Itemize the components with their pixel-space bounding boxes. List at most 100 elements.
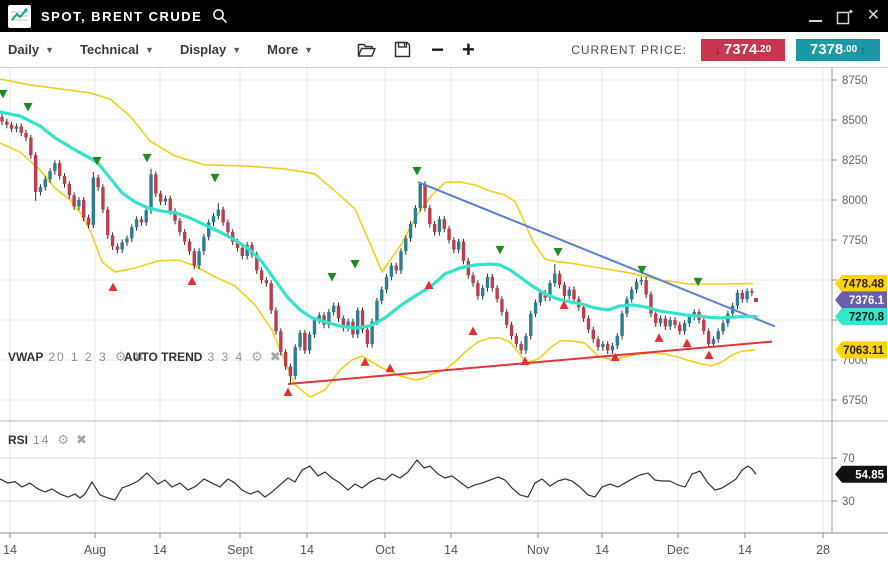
vwap-name: VWAP <box>8 350 43 364</box>
buy-signal-icon <box>611 352 620 361</box>
candle <box>10 125 13 129</box>
candle <box>159 194 162 202</box>
candle <box>423 184 426 208</box>
symbol-title: SPOT, BRENT CRUDE <box>41 9 202 24</box>
autotrend-name: AUTO TREND <box>124 350 202 364</box>
candle <box>414 208 417 224</box>
candle <box>558 274 561 285</box>
buy-signal-icon <box>469 327 478 336</box>
candle <box>601 344 604 347</box>
candle <box>68 184 71 195</box>
candle <box>568 290 571 296</box>
gear-icon[interactable]: ⚙ <box>251 349 263 365</box>
candle <box>308 334 311 350</box>
candle <box>668 320 671 326</box>
candle <box>616 336 619 346</box>
candle <box>702 320 705 331</box>
candle <box>169 198 172 211</box>
candle <box>443 219 446 229</box>
search-icon[interactable] <box>212 8 228 24</box>
sell-signal-icon <box>413 167 422 176</box>
buy-signal-icon <box>683 339 692 348</box>
chevron-down-icon: ▼ <box>145 45 154 55</box>
x-axis-label: 14 <box>595 543 609 557</box>
y-axis-label: 8250 <box>842 155 868 167</box>
sell-signal-icon <box>351 260 360 269</box>
menu-display[interactable]: Display ▼ <box>180 42 241 57</box>
menu-technical[interactable]: Technical ▼ <box>80 42 154 57</box>
candle <box>457 242 460 250</box>
save-icon[interactable] <box>394 41 411 58</box>
candle <box>644 280 647 294</box>
bid-price-int: 7374 <box>724 41 757 58</box>
candle <box>53 163 56 171</box>
candle <box>452 240 455 250</box>
candle <box>298 333 301 347</box>
menu-daily[interactable]: Daily ▼ <box>8 42 54 57</box>
candle <box>149 174 152 210</box>
candle <box>582 307 585 318</box>
candle <box>399 251 402 270</box>
candle <box>87 218 90 225</box>
candle <box>39 187 42 192</box>
candle <box>58 163 61 176</box>
rsi-name: RSI <box>8 433 28 447</box>
candle <box>649 294 652 313</box>
rsi-axis-label: 30 <box>842 496 855 508</box>
sell-signal-icon <box>496 246 505 255</box>
candle <box>226 222 229 232</box>
minimize-icon[interactable] <box>809 10 822 22</box>
candle <box>241 248 244 256</box>
candle <box>34 155 37 192</box>
candle <box>375 301 378 322</box>
candle <box>274 310 277 331</box>
candle <box>145 210 148 222</box>
candle <box>92 178 95 225</box>
candle <box>419 184 422 208</box>
buy-signal-icon <box>109 283 118 292</box>
candle <box>125 238 128 242</box>
menu-daily-label: Daily <box>8 42 39 57</box>
chart-canvas[interactable]: 8750850082508000775075007250700067507030… <box>0 68 888 566</box>
candle <box>635 282 638 290</box>
x-axis-label: Dec <box>667 543 689 557</box>
price-axis-badge-text: 7270.8 <box>849 312 885 324</box>
price-axis-badge-text: 7063.11 <box>843 345 885 357</box>
candle <box>356 310 359 334</box>
candle <box>29 138 32 156</box>
candle <box>202 237 205 251</box>
rsi-line <box>0 460 756 500</box>
zoom-out-button[interactable]: − <box>431 37 444 63</box>
candle <box>183 232 186 242</box>
buy-signal-icon <box>655 333 664 342</box>
close-icon[interactable]: ✕ <box>867 8 880 24</box>
chevron-down-icon: ▼ <box>232 45 241 55</box>
rsi-params: 14 <box>33 433 50 447</box>
candle <box>664 318 667 326</box>
candle <box>447 229 450 240</box>
candle <box>471 275 474 283</box>
candle <box>154 174 157 193</box>
buy-signal-icon <box>284 388 293 397</box>
candle <box>712 339 715 344</box>
candle <box>193 251 196 265</box>
y-axis-label: 8000 <box>842 195 868 207</box>
zoom-in-button[interactable]: + <box>462 37 475 63</box>
sell-signal-icon <box>143 154 152 163</box>
open-folder-icon[interactable] <box>357 42 376 58</box>
close-icon[interactable]: ✖ <box>76 432 87 448</box>
candle <box>688 317 691 323</box>
popout-icon[interactable] <box>836 8 853 25</box>
app-chart-icon <box>8 5 31 28</box>
candle <box>178 221 181 232</box>
x-axis-label: Sept <box>227 543 253 557</box>
candle <box>15 126 18 128</box>
gear-icon[interactable]: ⚙ <box>57 432 69 448</box>
menu-more[interactable]: More ▼ <box>267 42 313 57</box>
candle <box>120 242 123 249</box>
candle <box>481 288 484 296</box>
candle <box>495 288 498 299</box>
candle <box>48 171 51 179</box>
candle <box>44 179 47 187</box>
close-icon[interactable]: ✖ <box>270 349 281 365</box>
